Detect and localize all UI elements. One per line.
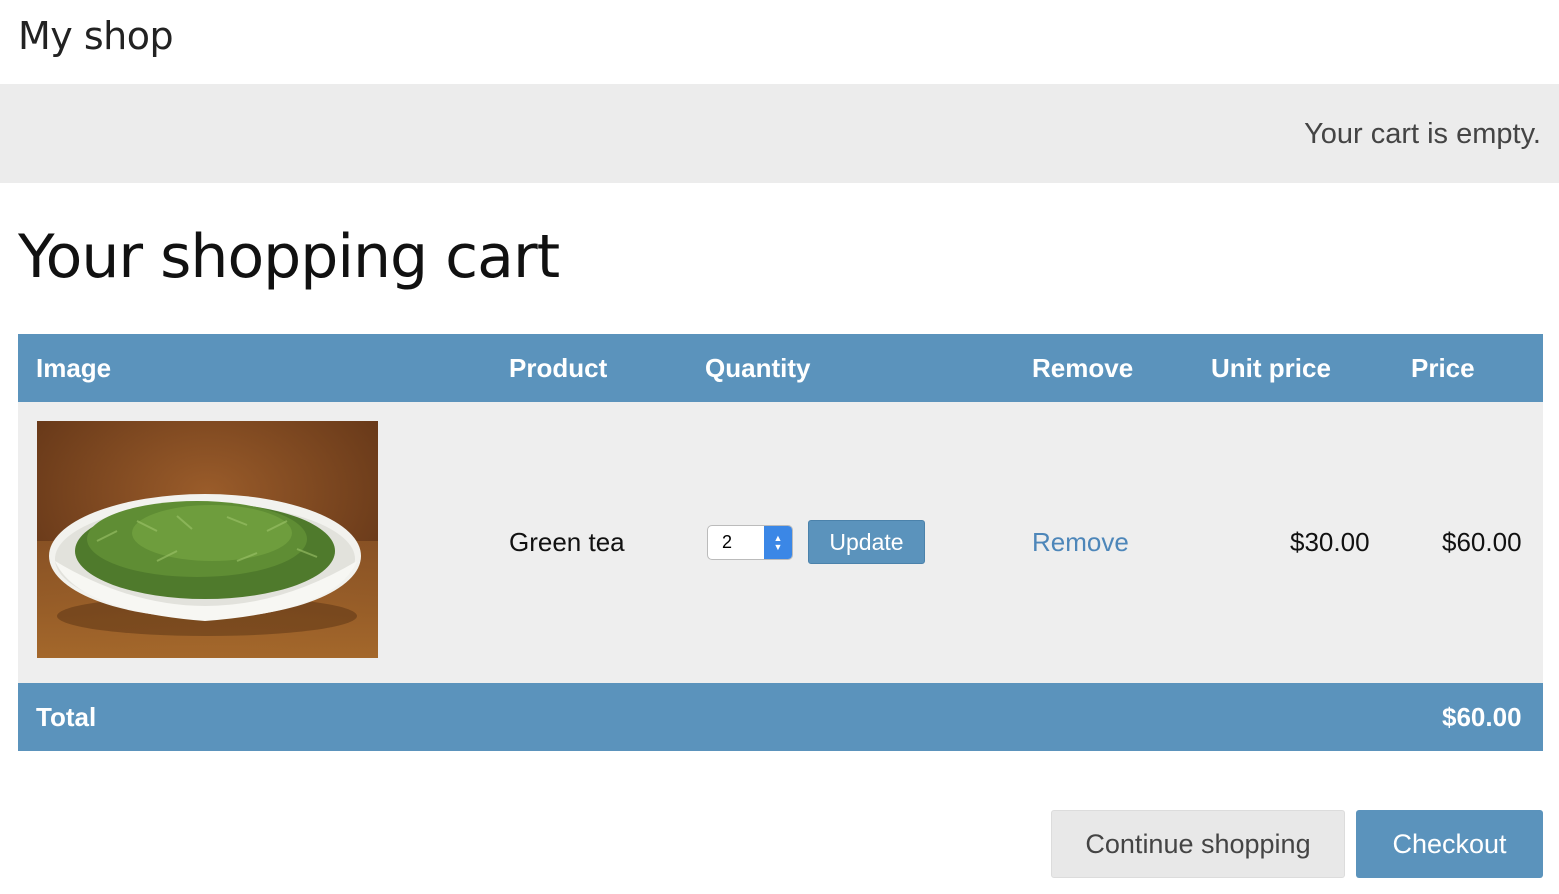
table-header: Image Product Quantity Remove Unit price… xyxy=(18,334,1543,402)
quantity-value[interactable]: 2 xyxy=(708,532,764,553)
column-header-price: Price xyxy=(1411,353,1475,383)
remove-link[interactable]: Remove xyxy=(1032,527,1129,558)
column-header-unit-price: Unit price xyxy=(1211,353,1331,383)
table-total-row: Total $60.00 xyxy=(18,683,1543,751)
column-header-remove: Remove xyxy=(1032,353,1134,383)
site-title[interactable]: My shop xyxy=(18,14,174,58)
column-header-image: Image xyxy=(36,353,112,383)
cart-status-text: Your cart is empty. xyxy=(1304,118,1541,150)
page-title: Your shopping cart xyxy=(18,222,560,292)
item-price: $60.00 xyxy=(1442,527,1522,557)
product-name[interactable]: Green tea xyxy=(509,527,625,558)
cart-summary-bar: Your cart is empty. xyxy=(0,84,1559,183)
product-image[interactable] xyxy=(37,421,378,658)
unit-price: $30.00 xyxy=(1290,527,1370,557)
checkout-button[interactable]: Checkout xyxy=(1356,810,1543,878)
stepper-arrows-icon[interactable]: ▲ ▼ xyxy=(764,526,792,559)
column-header-quantity: Quantity xyxy=(705,353,811,383)
table-row: Green tea 2 ▲ ▼ Update Remove $30.00 $60.… xyxy=(18,402,1543,683)
update-button[interactable]: Update xyxy=(808,520,925,564)
continue-shopping-button[interactable]: Continue shopping xyxy=(1051,810,1345,878)
total-label: Total xyxy=(36,702,97,732)
column-header-product: Product xyxy=(509,353,608,383)
green-tea-bowl-icon xyxy=(37,421,378,658)
total-value: $60.00 xyxy=(1442,702,1522,732)
cart-table: Image Product Quantity Remove Unit price… xyxy=(18,334,1543,751)
quantity-stepper[interactable]: 2 ▲ ▼ xyxy=(707,525,793,560)
